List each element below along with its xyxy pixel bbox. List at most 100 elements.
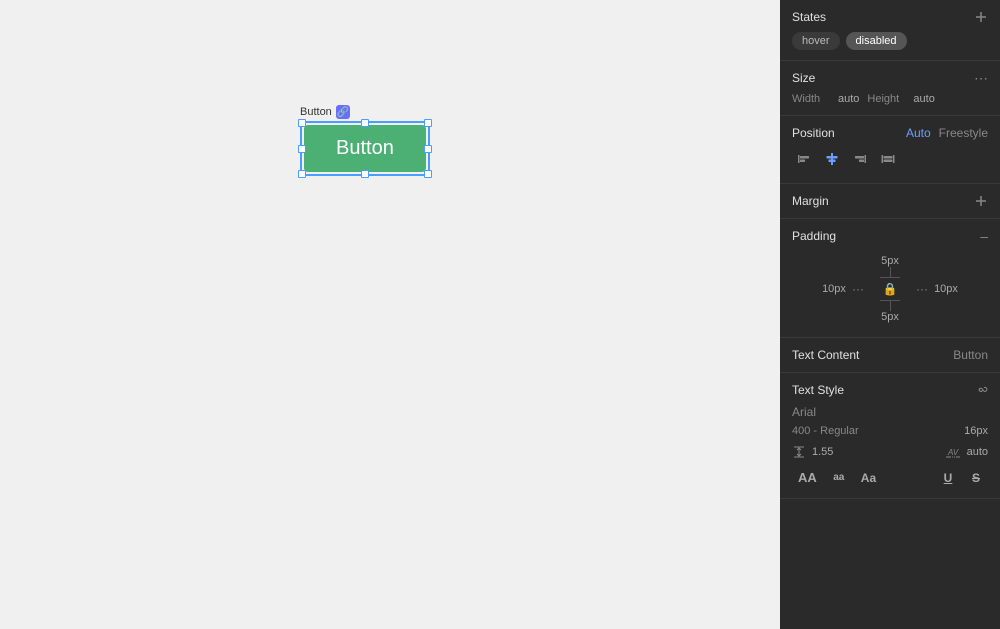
selection-box: Button xyxy=(300,121,430,176)
states-add-button[interactable] xyxy=(974,10,988,24)
margin-add-button[interactable] xyxy=(974,194,988,208)
letter-spacing-auto[interactable]: auto xyxy=(967,446,988,458)
text-style-header: Text Style xyxy=(792,383,988,397)
padding-center: 🔒 xyxy=(864,277,916,301)
margin-plus-icon xyxy=(974,194,988,208)
margin-row: Margin xyxy=(792,194,988,208)
size-section: Size ⋯ Width auto Height auto xyxy=(780,61,1000,116)
align-justify-icon xyxy=(880,151,896,167)
states-header: States xyxy=(792,10,988,24)
handle-bottom-left[interactable] xyxy=(298,170,306,178)
align-center-h-icon xyxy=(824,151,840,167)
element-label-text: Button xyxy=(300,106,332,118)
position-header-row: Position Auto Freestyle xyxy=(792,126,988,140)
text-style-section: Text Style Arial 400 - Regular 16px xyxy=(780,373,1000,499)
text-content-value[interactable]: Button xyxy=(953,348,988,362)
position-freestyle[interactable]: Freestyle xyxy=(939,126,988,140)
padding-top-value[interactable]: 5px xyxy=(881,255,899,267)
right-panel: States hover disabled Size ⋯ Width auto … xyxy=(780,0,1000,629)
align-row xyxy=(792,148,988,173)
padding-diagram: 5px 10px ··· 🔒 ··· 10px 5px xyxy=(792,251,988,327)
more-icon: ⋯ xyxy=(974,71,988,85)
handle-bottom-middle[interactable] xyxy=(361,170,369,178)
button-element-wrapper: Button 🔗 Button xyxy=(300,105,430,176)
element-label-row: Button 🔗 xyxy=(300,105,430,119)
plus-icon xyxy=(974,10,988,24)
height-label: Height xyxy=(867,93,905,105)
states-row: hover disabled xyxy=(792,32,988,50)
align-center-h-button[interactable] xyxy=(820,148,844,173)
line-height-value[interactable]: 1.55 xyxy=(812,446,833,458)
state-disabled[interactable]: disabled xyxy=(846,32,907,50)
align-justify-button[interactable] xyxy=(876,148,900,173)
padding-bottom-value[interactable]: 5px xyxy=(881,311,899,323)
padding-bottom-row: 5px xyxy=(881,311,899,323)
handle-middle-right[interactable] xyxy=(424,145,432,153)
position-section: Position Auto Freestyle xyxy=(780,116,1000,184)
handle-top-right[interactable] xyxy=(424,119,432,127)
font-name[interactable]: Arial xyxy=(792,405,988,419)
text-content-section: Text Content Button xyxy=(780,338,1000,373)
padding-title: Padding xyxy=(792,229,836,243)
height-value: auto xyxy=(913,93,934,105)
width-label: Width xyxy=(792,93,830,105)
size-row: Width auto Height auto xyxy=(792,93,988,105)
padding-left-dots[interactable]: ··· xyxy=(852,282,864,296)
font-weight[interactable]: 400 - Regular xyxy=(792,425,859,437)
margin-section: Margin xyxy=(780,184,1000,219)
minus-icon: – xyxy=(980,229,988,243)
handle-top-left[interactable] xyxy=(298,119,306,127)
padding-section: Padding – 5px 10px ··· 🔒 ··· xyxy=(780,219,1000,338)
font-details-row: 400 - Regular 16px xyxy=(792,425,988,437)
line-height-left: 1.55 xyxy=(792,445,833,459)
padding-middle-row: 10px ··· 🔒 ··· 10px xyxy=(816,277,964,301)
line-height-icon xyxy=(792,445,806,459)
canvas: Button 🔗 Button xyxy=(0,0,780,629)
format-underline-button[interactable]: U xyxy=(936,468,960,488)
format-aa-large-button[interactable]: AA xyxy=(792,467,823,488)
states-title: States xyxy=(792,10,826,24)
margin-title: Margin xyxy=(792,194,829,208)
letter-spacing-right: AV auto xyxy=(945,445,988,459)
state-hover[interactable]: hover xyxy=(792,32,840,50)
padding-header: Padding – xyxy=(792,229,988,243)
button-on-canvas[interactable]: Button xyxy=(304,125,426,172)
padding-hline xyxy=(880,277,900,278)
text-style-link-button[interactable] xyxy=(974,383,988,397)
font-size[interactable]: 16px xyxy=(964,425,988,437)
svg-text:AV: AV xyxy=(947,448,959,457)
padding-vline-top xyxy=(890,267,891,277)
padding-right-dots[interactable]: ··· xyxy=(916,282,928,296)
align-left-button[interactable] xyxy=(792,148,816,173)
handle-top-middle[interactable] xyxy=(361,119,369,127)
format-aa-small-button[interactable]: aa xyxy=(827,469,851,486)
handle-middle-left[interactable] xyxy=(298,145,306,153)
handle-bottom-right[interactable] xyxy=(424,170,432,178)
text-content-title: Text Content xyxy=(792,348,859,362)
letter-spacing-icon: AV xyxy=(945,445,961,459)
line-height-row: 1.55 AV auto xyxy=(792,445,988,459)
text-format-row: AA aa Aa U S xyxy=(792,467,988,488)
element-link-icon[interactable]: 🔗 xyxy=(336,105,350,119)
text-style-title: Text Style xyxy=(792,383,844,397)
states-section: States hover disabled xyxy=(780,0,1000,61)
size-more-button[interactable]: ⋯ xyxy=(974,71,988,85)
padding-collapse-button[interactable]: – xyxy=(980,229,988,243)
padding-right-value[interactable]: 10px xyxy=(928,283,964,295)
size-title: Size xyxy=(792,71,815,85)
align-right-icon xyxy=(852,151,868,167)
text-style-link-icon xyxy=(974,383,988,397)
width-value: auto xyxy=(838,93,859,105)
padding-lock-icon[interactable]: 🔒 xyxy=(883,282,898,296)
padding-left-value[interactable]: 10px xyxy=(816,283,852,295)
position-title: Position xyxy=(792,126,835,140)
position-auto[interactable]: Auto xyxy=(906,126,931,140)
format-strikethrough-button[interactable]: S xyxy=(964,468,988,488)
text-content-row: Text Content Button xyxy=(792,348,988,362)
chain-icon: 🔗 xyxy=(337,107,349,118)
align-left-icon xyxy=(796,151,812,167)
format-aa-title-button[interactable]: Aa xyxy=(855,468,882,488)
padding-vline-bottom xyxy=(890,301,891,311)
align-right-button[interactable] xyxy=(848,148,872,173)
padding-top-row: 5px xyxy=(881,255,899,267)
